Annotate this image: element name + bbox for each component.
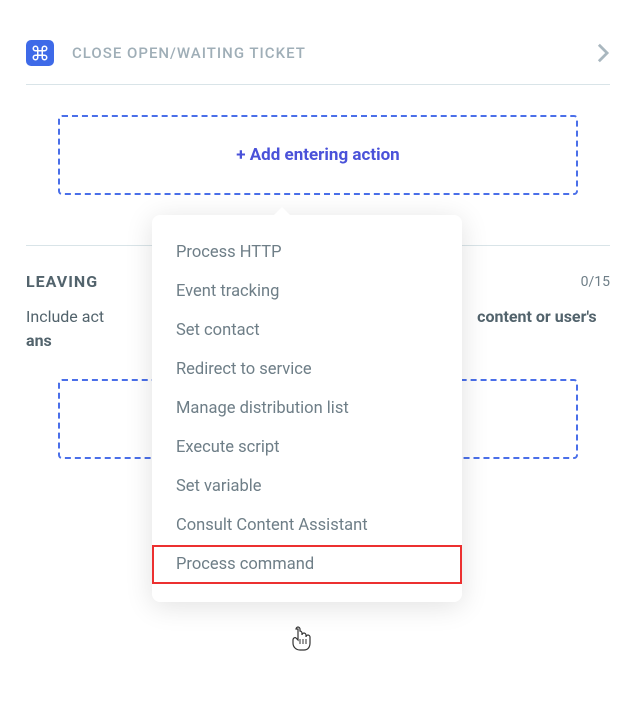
dropdown-item-process-command[interactable]: Process command [152, 545, 462, 584]
dropdown-item-consult-content[interactable]: Consult Content Assistant [152, 506, 462, 545]
ticket-label: CLOSE OPEN/WAITING TICKET [72, 44, 578, 62]
dropdown-item-event-tracking[interactable]: Event tracking [152, 272, 462, 311]
dropdown-item-manage-distribution[interactable]: Manage distribution list [152, 389, 462, 428]
leaving-title: LEAVING [26, 272, 98, 291]
leaving-counter: 0/15 [581, 274, 610, 290]
cursor-pointer-icon [291, 626, 313, 656]
dropdown-item-set-variable[interactable]: Set variable [152, 467, 462, 506]
action-dropdown: Process HTTP Event tracking Set contact … [152, 215, 462, 602]
dropdown-item-process-http[interactable]: Process HTTP [152, 233, 462, 272]
ticket-row[interactable]: CLOSE OPEN/WAITING TICKET [26, 28, 610, 85]
command-icon [26, 40, 54, 66]
chevron-right-icon [596, 42, 610, 64]
dropdown-item-set-contact[interactable]: Set contact [152, 311, 462, 350]
dropdown-item-execute-script[interactable]: Execute script [152, 428, 462, 467]
add-entering-action-label: + Add entering action [236, 145, 399, 165]
add-entering-action-box[interactable]: + Add entering action [58, 115, 578, 195]
dropdown-item-redirect-service[interactable]: Redirect to service [152, 350, 462, 389]
